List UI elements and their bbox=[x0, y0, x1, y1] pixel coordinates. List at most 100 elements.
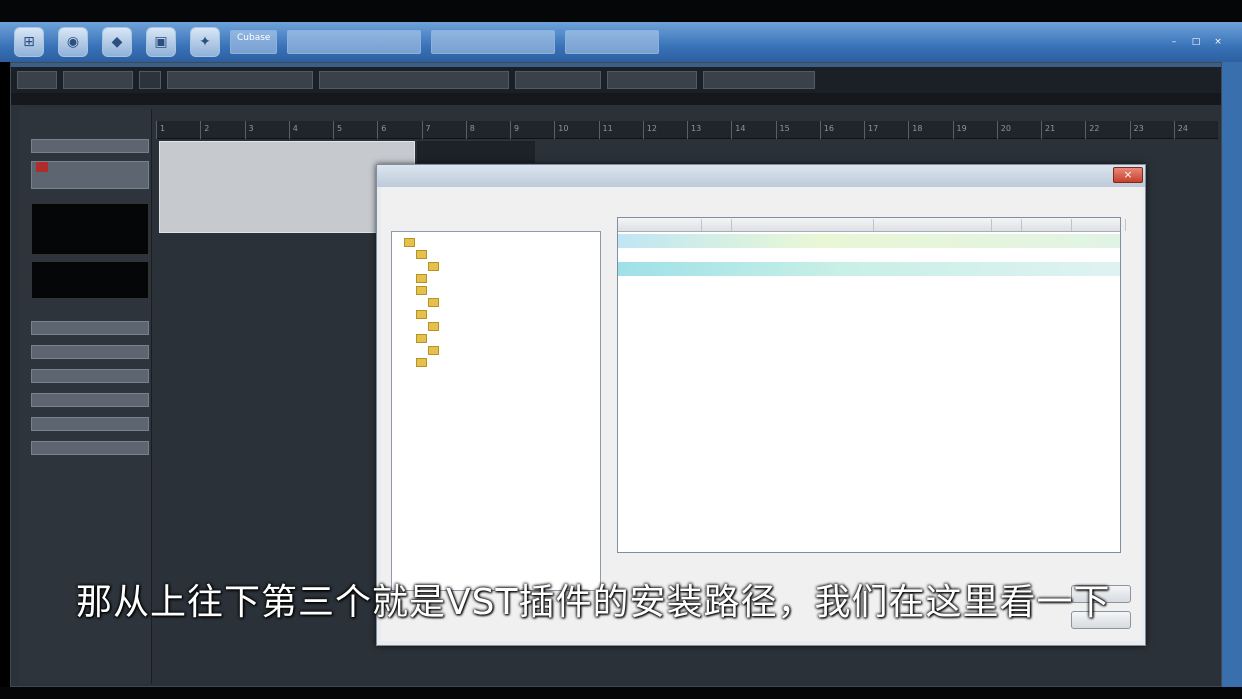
tree-folder-item[interactable] bbox=[428, 322, 442, 331]
app-icon: ✦ bbox=[199, 34, 211, 50]
record-enable-icon[interactable] bbox=[36, 162, 48, 172]
ruler-tick bbox=[1173, 121, 1175, 139]
inspector-section[interactable] bbox=[31, 345, 149, 359]
plugin-path-row[interactable] bbox=[618, 262, 1120, 276]
column-header[interactable] bbox=[618, 219, 702, 231]
close-button[interactable]: × bbox=[1210, 36, 1226, 48]
timeline-ruler[interactable]: 1 2 3 4 5 6 7 8 9 10 11 12 13 14 15 16 17 18 19 20 21 22 23 24 bbox=[156, 121, 1218, 139]
plugin-list[interactable] bbox=[617, 217, 1126, 553]
taskbar-task[interactable]: Cubase bbox=[230, 30, 278, 54]
ruler-bar-number: 2 bbox=[204, 124, 210, 133]
tree-folder-item[interactable] bbox=[416, 334, 430, 343]
tree-folder-item[interactable] bbox=[428, 298, 442, 307]
taskbar-app-icon[interactable]: ✦ bbox=[190, 27, 220, 57]
inspector-section[interactable] bbox=[31, 369, 149, 383]
taskbar-app-icon[interactable]: ◉ bbox=[58, 27, 88, 57]
column-header[interactable] bbox=[698, 219, 732, 231]
maximize-button[interactable]: □ bbox=[1188, 36, 1204, 48]
column-header[interactable] bbox=[1018, 219, 1072, 231]
tree-folder-item[interactable] bbox=[416, 286, 430, 295]
ruler-tick bbox=[908, 121, 910, 139]
toolbar-button[interactable] bbox=[515, 71, 601, 89]
folder-icon bbox=[416, 286, 427, 295]
ruler-bar-number: 4 bbox=[292, 124, 298, 133]
inspector-section[interactable] bbox=[31, 139, 149, 153]
ruler-bar-number: 19 bbox=[956, 124, 967, 133]
tree-folder-item[interactable] bbox=[416, 250, 430, 259]
ruler-bar-number: 20 bbox=[1000, 124, 1011, 133]
taskbar-task[interactable] bbox=[287, 30, 422, 54]
ruler-tick bbox=[996, 121, 998, 139]
toolbar-button[interactable] bbox=[17, 71, 57, 89]
column-header[interactable] bbox=[870, 219, 992, 231]
ruler-tick bbox=[1041, 121, 1042, 139]
column-header[interactable] bbox=[728, 219, 874, 231]
desktop-edge bbox=[1222, 62, 1242, 687]
folder-icon bbox=[416, 274, 427, 283]
tree-folder-item[interactable] bbox=[416, 310, 430, 319]
ruler-tick bbox=[731, 121, 733, 139]
ruler-tick bbox=[510, 121, 511, 139]
plugin-path-row[interactable] bbox=[618, 234, 1120, 248]
ruler-tick bbox=[598, 121, 600, 139]
taskbar-task[interactable] bbox=[431, 30, 556, 54]
toolbar-button[interactable] bbox=[167, 71, 313, 89]
minimize-button[interactable]: – bbox=[1166, 36, 1182, 48]
tree-folder-item[interactable] bbox=[404, 238, 418, 247]
column-header[interactable] bbox=[1068, 219, 1126, 231]
taskbar: ⊞ ◉ ◆ ▣ ✦ Cubase – □ × bbox=[0, 22, 1242, 62]
ruler-bar-number: 3 bbox=[248, 124, 254, 133]
plugin-list-header bbox=[618, 218, 1126, 232]
tree-folder-item[interactable] bbox=[416, 274, 430, 283]
ruler-tick bbox=[200, 121, 202, 139]
tree-folder-item[interactable] bbox=[416, 358, 430, 367]
toolbar-button[interactable] bbox=[319, 71, 509, 89]
tree-folder-item[interactable] bbox=[428, 262, 442, 271]
inspector-section[interactable] bbox=[31, 321, 149, 335]
ruler-bar-number: 23 bbox=[1133, 124, 1144, 133]
toolbar-button[interactable] bbox=[139, 71, 161, 89]
video-subtitle: 那从上往下第三个就是VST插件的安装路径，我们在这里看一下 bbox=[76, 582, 1111, 623]
ruler-bar-number: 24 bbox=[1177, 124, 1188, 133]
taskbar-app-icon[interactable]: ◆ bbox=[102, 27, 132, 57]
ruler-bar-number: 14 bbox=[735, 124, 746, 133]
ruler-bar-number: 22 bbox=[1089, 124, 1100, 133]
screen-bottom-border bbox=[0, 687, 1242, 699]
taskbar-task[interactable] bbox=[565, 30, 660, 54]
ruler-tick bbox=[156, 121, 157, 139]
inspector-track-header[interactable] bbox=[31, 161, 149, 189]
inspector-section[interactable] bbox=[31, 393, 149, 407]
dialog-status bbox=[617, 559, 1121, 571]
app-icon: ▣ bbox=[154, 34, 168, 50]
ruler-tick bbox=[377, 121, 379, 139]
tree-folder-item[interactable] bbox=[428, 346, 442, 355]
ruler-tick bbox=[775, 121, 777, 139]
ruler-bar-number: 10 bbox=[558, 124, 569, 133]
column-header[interactable] bbox=[988, 219, 1022, 231]
dialog-close-button[interactable]: × bbox=[1113, 167, 1143, 183]
inspector-tab[interactable] bbox=[19, 113, 152, 127]
ruler-bar-number: 5 bbox=[337, 124, 343, 133]
windows-logo-icon: ⊞ bbox=[23, 34, 35, 50]
folder-icon bbox=[428, 298, 439, 307]
inspector-section[interactable] bbox=[31, 441, 149, 455]
toolbar-button[interactable] bbox=[63, 71, 133, 89]
ruler-bar-number: 21 bbox=[1045, 124, 1056, 133]
toolbar-button[interactable] bbox=[607, 71, 697, 89]
ruler-bar-number: 7 bbox=[425, 124, 431, 133]
taskbar-app-icon[interactable]: ▣ bbox=[146, 27, 176, 57]
window-controls: – □ × bbox=[1166, 36, 1226, 48]
ruler-bar-number: 1 bbox=[160, 124, 166, 133]
folder-tree[interactable] bbox=[391, 231, 601, 591]
ruler-bar-number: 13 bbox=[691, 124, 702, 133]
track-event[interactable] bbox=[417, 141, 535, 163]
plugin-path-row[interactable] bbox=[618, 248, 1120, 262]
ruler-bar-number: 17 bbox=[868, 124, 879, 133]
toolbar-button[interactable] bbox=[703, 71, 815, 89]
ruler-bar-number: 11 bbox=[602, 124, 613, 133]
ruler-bar-number: 9 bbox=[514, 124, 520, 133]
inspector-section[interactable] bbox=[31, 417, 149, 431]
inspector-meter bbox=[31, 203, 149, 255]
info-line bbox=[11, 93, 1221, 105]
start-button[interactable]: ⊞ bbox=[14, 27, 44, 57]
